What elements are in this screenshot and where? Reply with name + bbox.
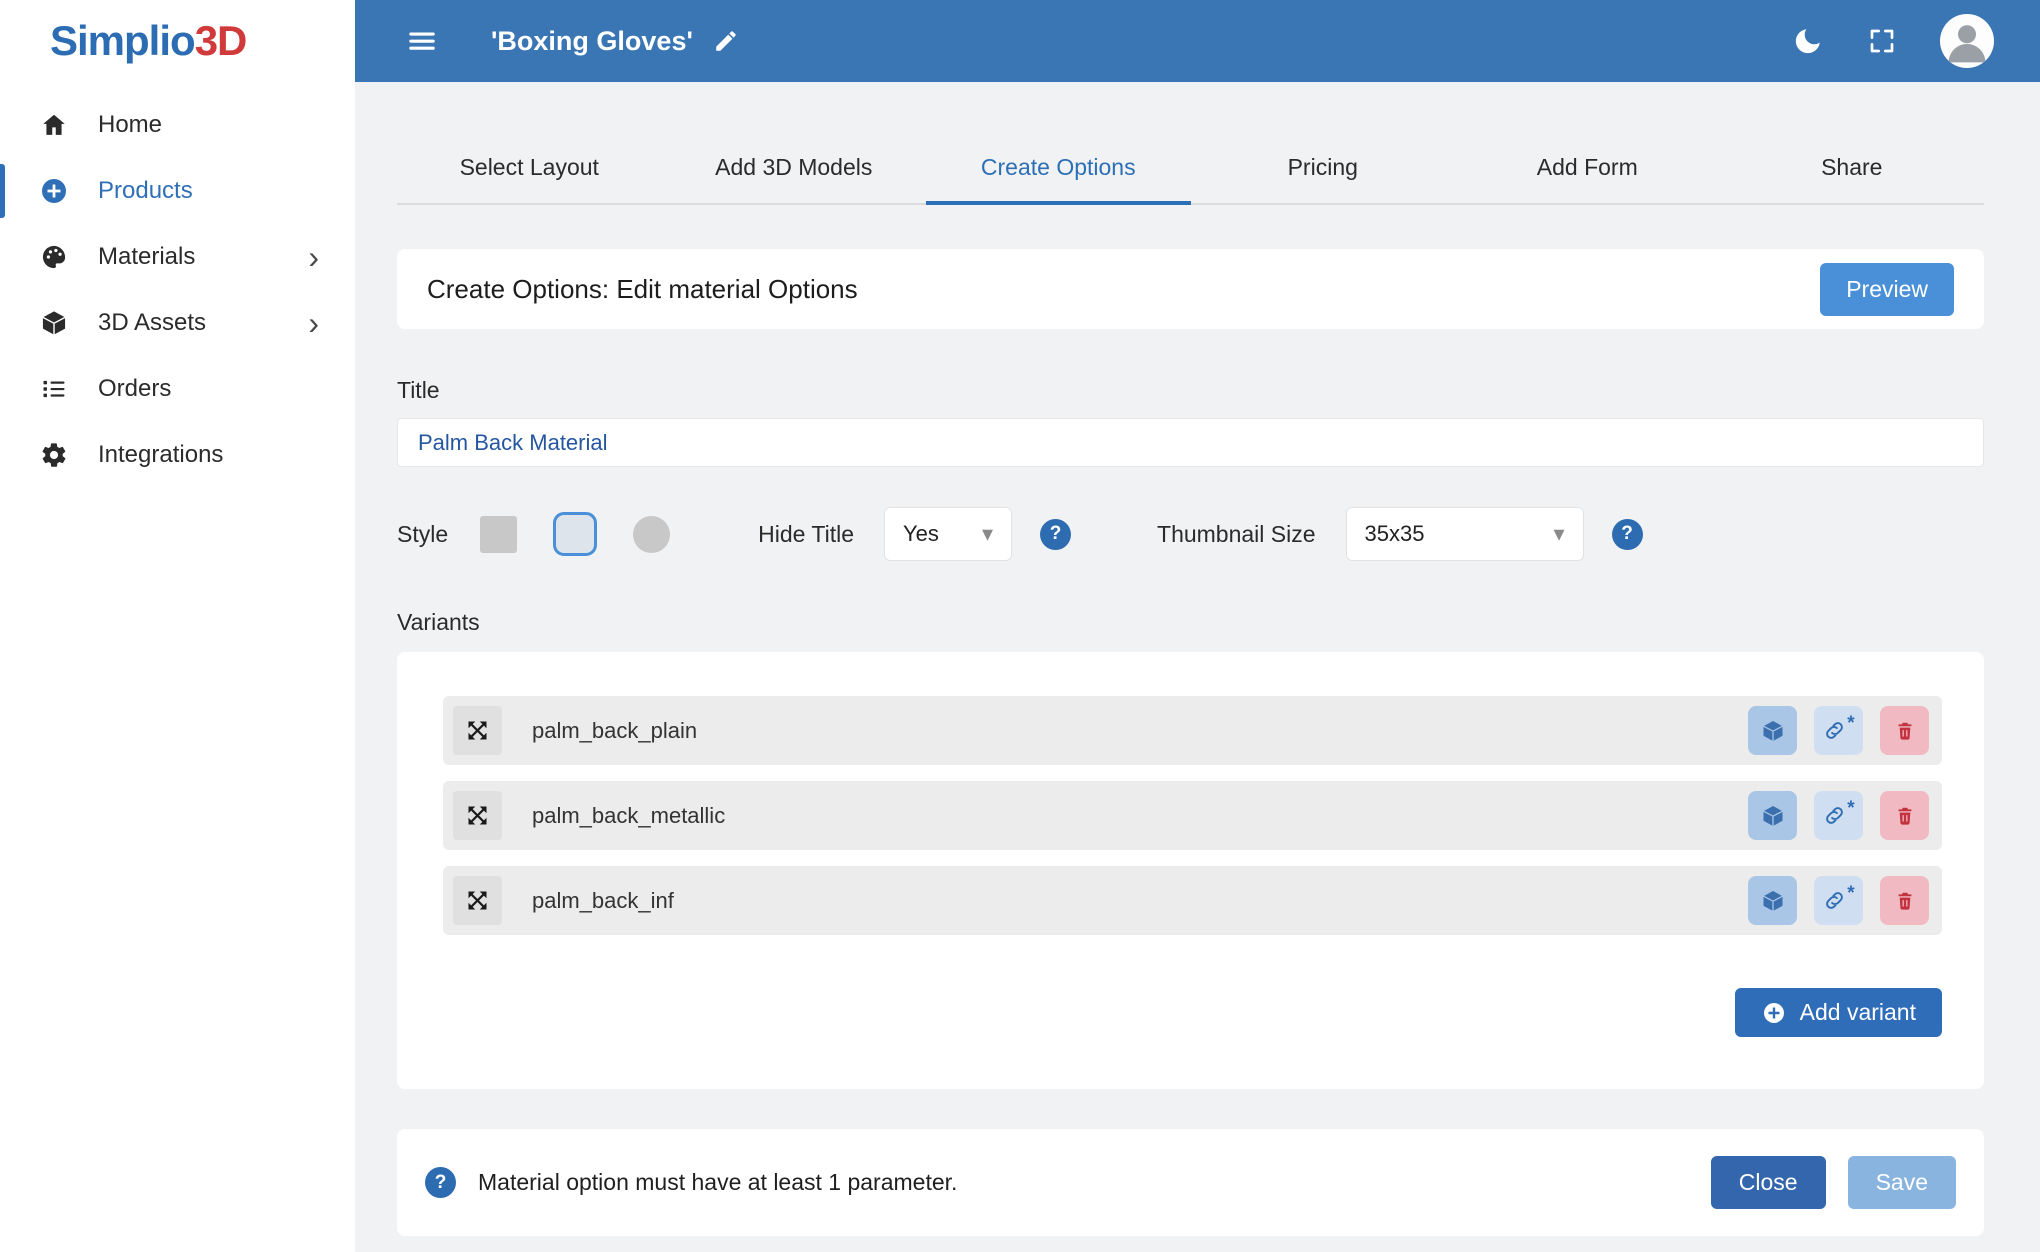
- edit-pencil-icon[interactable]: [713, 28, 739, 54]
- variant-3d-model-button[interactable]: [1748, 706, 1797, 755]
- sidebar-item-materials[interactable]: Materials ›: [0, 224, 355, 290]
- sidebar-item-label: Home: [98, 111, 162, 139]
- asterisk-glyph: *: [1847, 798, 1854, 820]
- plus-circle-icon: [1761, 1000, 1787, 1026]
- variant-name: palm_back_inf: [532, 888, 674, 914]
- dark-mode-moon-icon[interactable]: [1792, 25, 1824, 57]
- style-options-row: Style Hide Title Yes ▾ ? Thumbnail Size …: [397, 507, 1984, 561]
- variant-actions: *: [1731, 791, 1929, 840]
- variant-row: palm_back_inf *: [443, 866, 1942, 935]
- app-root: Simplio3D Home Products Materials: [0, 0, 2040, 1252]
- brand-name-secondary: 3D: [195, 17, 247, 64]
- menu-icon[interactable]: [405, 24, 439, 58]
- product-title: 'Boxing Gloves': [491, 26, 693, 57]
- sidebar-nav: Home Products Materials › 3D Assets: [0, 92, 355, 488]
- brand-name-primary: Simplio: [50, 17, 195, 64]
- sidebar-item-label: 3D Assets: [98, 309, 206, 337]
- sidebar-item-orders[interactable]: Orders: [0, 356, 355, 422]
- add-variant-row: Add variant: [443, 988, 1942, 1037]
- variants-label: Variants: [397, 609, 1984, 636]
- style-swatch-square[interactable]: [480, 516, 517, 553]
- footer-help-icon[interactable]: ?: [425, 1167, 456, 1198]
- variants-card: palm_back_plain *: [397, 652, 1984, 1089]
- hide-title-value: Yes: [903, 521, 939, 547]
- variant-link-button[interactable]: *: [1814, 706, 1863, 755]
- drag-move-icon[interactable]: [453, 876, 502, 925]
- title-field-label: Title: [397, 377, 1984, 404]
- plus-circle-icon: [38, 175, 70, 207]
- brand-logo[interactable]: Simplio3D: [0, 0, 355, 82]
- add-variant-label: Add variant: [1800, 999, 1916, 1026]
- hide-title-dropdown[interactable]: Yes ▾: [884, 507, 1012, 561]
- sidebar-item-label: Products: [98, 177, 193, 205]
- variant-delete-button[interactable]: [1880, 876, 1929, 925]
- fullscreen-icon[interactable]: [1866, 25, 1898, 57]
- hide-title-help-icon[interactable]: ?: [1040, 519, 1071, 550]
- variant-actions: *: [1731, 876, 1929, 925]
- sidebar-item-home[interactable]: Home: [0, 92, 355, 158]
- options-panel-header: Create Options: Edit material Options Pr…: [397, 249, 1984, 329]
- variant-delete-button[interactable]: [1880, 706, 1929, 755]
- add-variant-button[interactable]: Add variant: [1735, 988, 1942, 1037]
- sidebar-item-label: Orders: [98, 375, 171, 403]
- palette-icon: [38, 241, 70, 273]
- variant-3d-model-button[interactable]: [1748, 791, 1797, 840]
- thumbnail-size-help-icon[interactable]: ?: [1612, 519, 1643, 550]
- variant-link-button[interactable]: *: [1814, 876, 1863, 925]
- sidebar-item-integrations[interactable]: Integrations: [0, 422, 355, 488]
- footer-buttons: Close Save: [1711, 1156, 1956, 1209]
- tab-pricing[interactable]: Pricing: [1191, 138, 1456, 203]
- user-avatar[interactable]: [1940, 14, 1994, 68]
- variant-row: palm_back_metallic *: [443, 781, 1942, 850]
- title-input[interactable]: [397, 418, 1984, 467]
- cube-icon: [38, 307, 70, 339]
- variant-3d-model-button[interactable]: [1748, 876, 1797, 925]
- list-icon: [38, 373, 70, 405]
- chevron-right-icon: ›: [308, 241, 319, 273]
- caret-down-icon: ▾: [982, 521, 993, 547]
- style-swatch-rounded-selected[interactable]: [553, 512, 597, 556]
- tab-add-3d-models[interactable]: Add 3D Models: [662, 138, 927, 203]
- drag-move-icon[interactable]: [453, 706, 502, 755]
- variant-name: palm_back_metallic: [532, 803, 725, 829]
- tab-add-form[interactable]: Add Form: [1455, 138, 1720, 203]
- sidebar-item-label: Integrations: [98, 441, 223, 469]
- caret-down-icon: ▾: [1554, 521, 1565, 547]
- variant-actions: *: [1731, 706, 1929, 755]
- tab-share[interactable]: Share: [1720, 138, 1985, 203]
- variant-delete-button[interactable]: [1880, 791, 1929, 840]
- save-button[interactable]: Save: [1848, 1156, 1956, 1209]
- footer-note: Material option must have at least 1 par…: [478, 1169, 957, 1196]
- sidebar-item-3d-assets[interactable]: 3D Assets ›: [0, 290, 355, 356]
- home-icon: [38, 109, 70, 141]
- style-label: Style: [397, 521, 448, 548]
- tab-create-options[interactable]: Create Options: [926, 138, 1191, 205]
- tab-bar: Select Layout Add 3D Models Create Optio…: [397, 138, 1984, 205]
- variant-link-button[interactable]: *: [1814, 791, 1863, 840]
- sidebar-item-label: Materials: [98, 243, 195, 271]
- footer-bar: ? Material option must have at least 1 p…: [397, 1129, 1984, 1236]
- preview-button[interactable]: Preview: [1820, 263, 1954, 316]
- variant-row: palm_back_plain *: [443, 696, 1942, 765]
- asterisk-glyph: *: [1847, 883, 1854, 905]
- thumbnail-size-dropdown[interactable]: 35x35 ▾: [1346, 507, 1584, 561]
- asterisk-glyph: *: [1847, 713, 1854, 735]
- tab-select-layout[interactable]: Select Layout: [397, 138, 662, 203]
- drag-move-icon[interactable]: [453, 791, 502, 840]
- thumbnail-size-value: 35x35: [1365, 521, 1425, 547]
- close-button[interactable]: Close: [1711, 1156, 1826, 1209]
- topbar: 'Boxing Gloves': [355, 0, 2040, 82]
- topbar-actions: [1792, 14, 1994, 68]
- variant-name: palm_back_plain: [532, 718, 697, 744]
- content-area: Select Layout Add 3D Models Create Optio…: [355, 82, 2040, 1252]
- sidebar-item-products[interactable]: Products: [0, 158, 355, 224]
- gear-icon: [38, 439, 70, 471]
- sidebar: Simplio3D Home Products Materials: [0, 0, 355, 1252]
- hide-title-label: Hide Title: [758, 521, 854, 548]
- thumbnail-size-label: Thumbnail Size: [1157, 521, 1316, 548]
- main-column: 'Boxing Gloves' Select Layout: [355, 0, 2040, 1252]
- style-swatch-circle[interactable]: [633, 516, 670, 553]
- panel-title: Create Options: Edit material Options: [427, 274, 858, 305]
- chevron-right-icon: ›: [308, 307, 319, 339]
